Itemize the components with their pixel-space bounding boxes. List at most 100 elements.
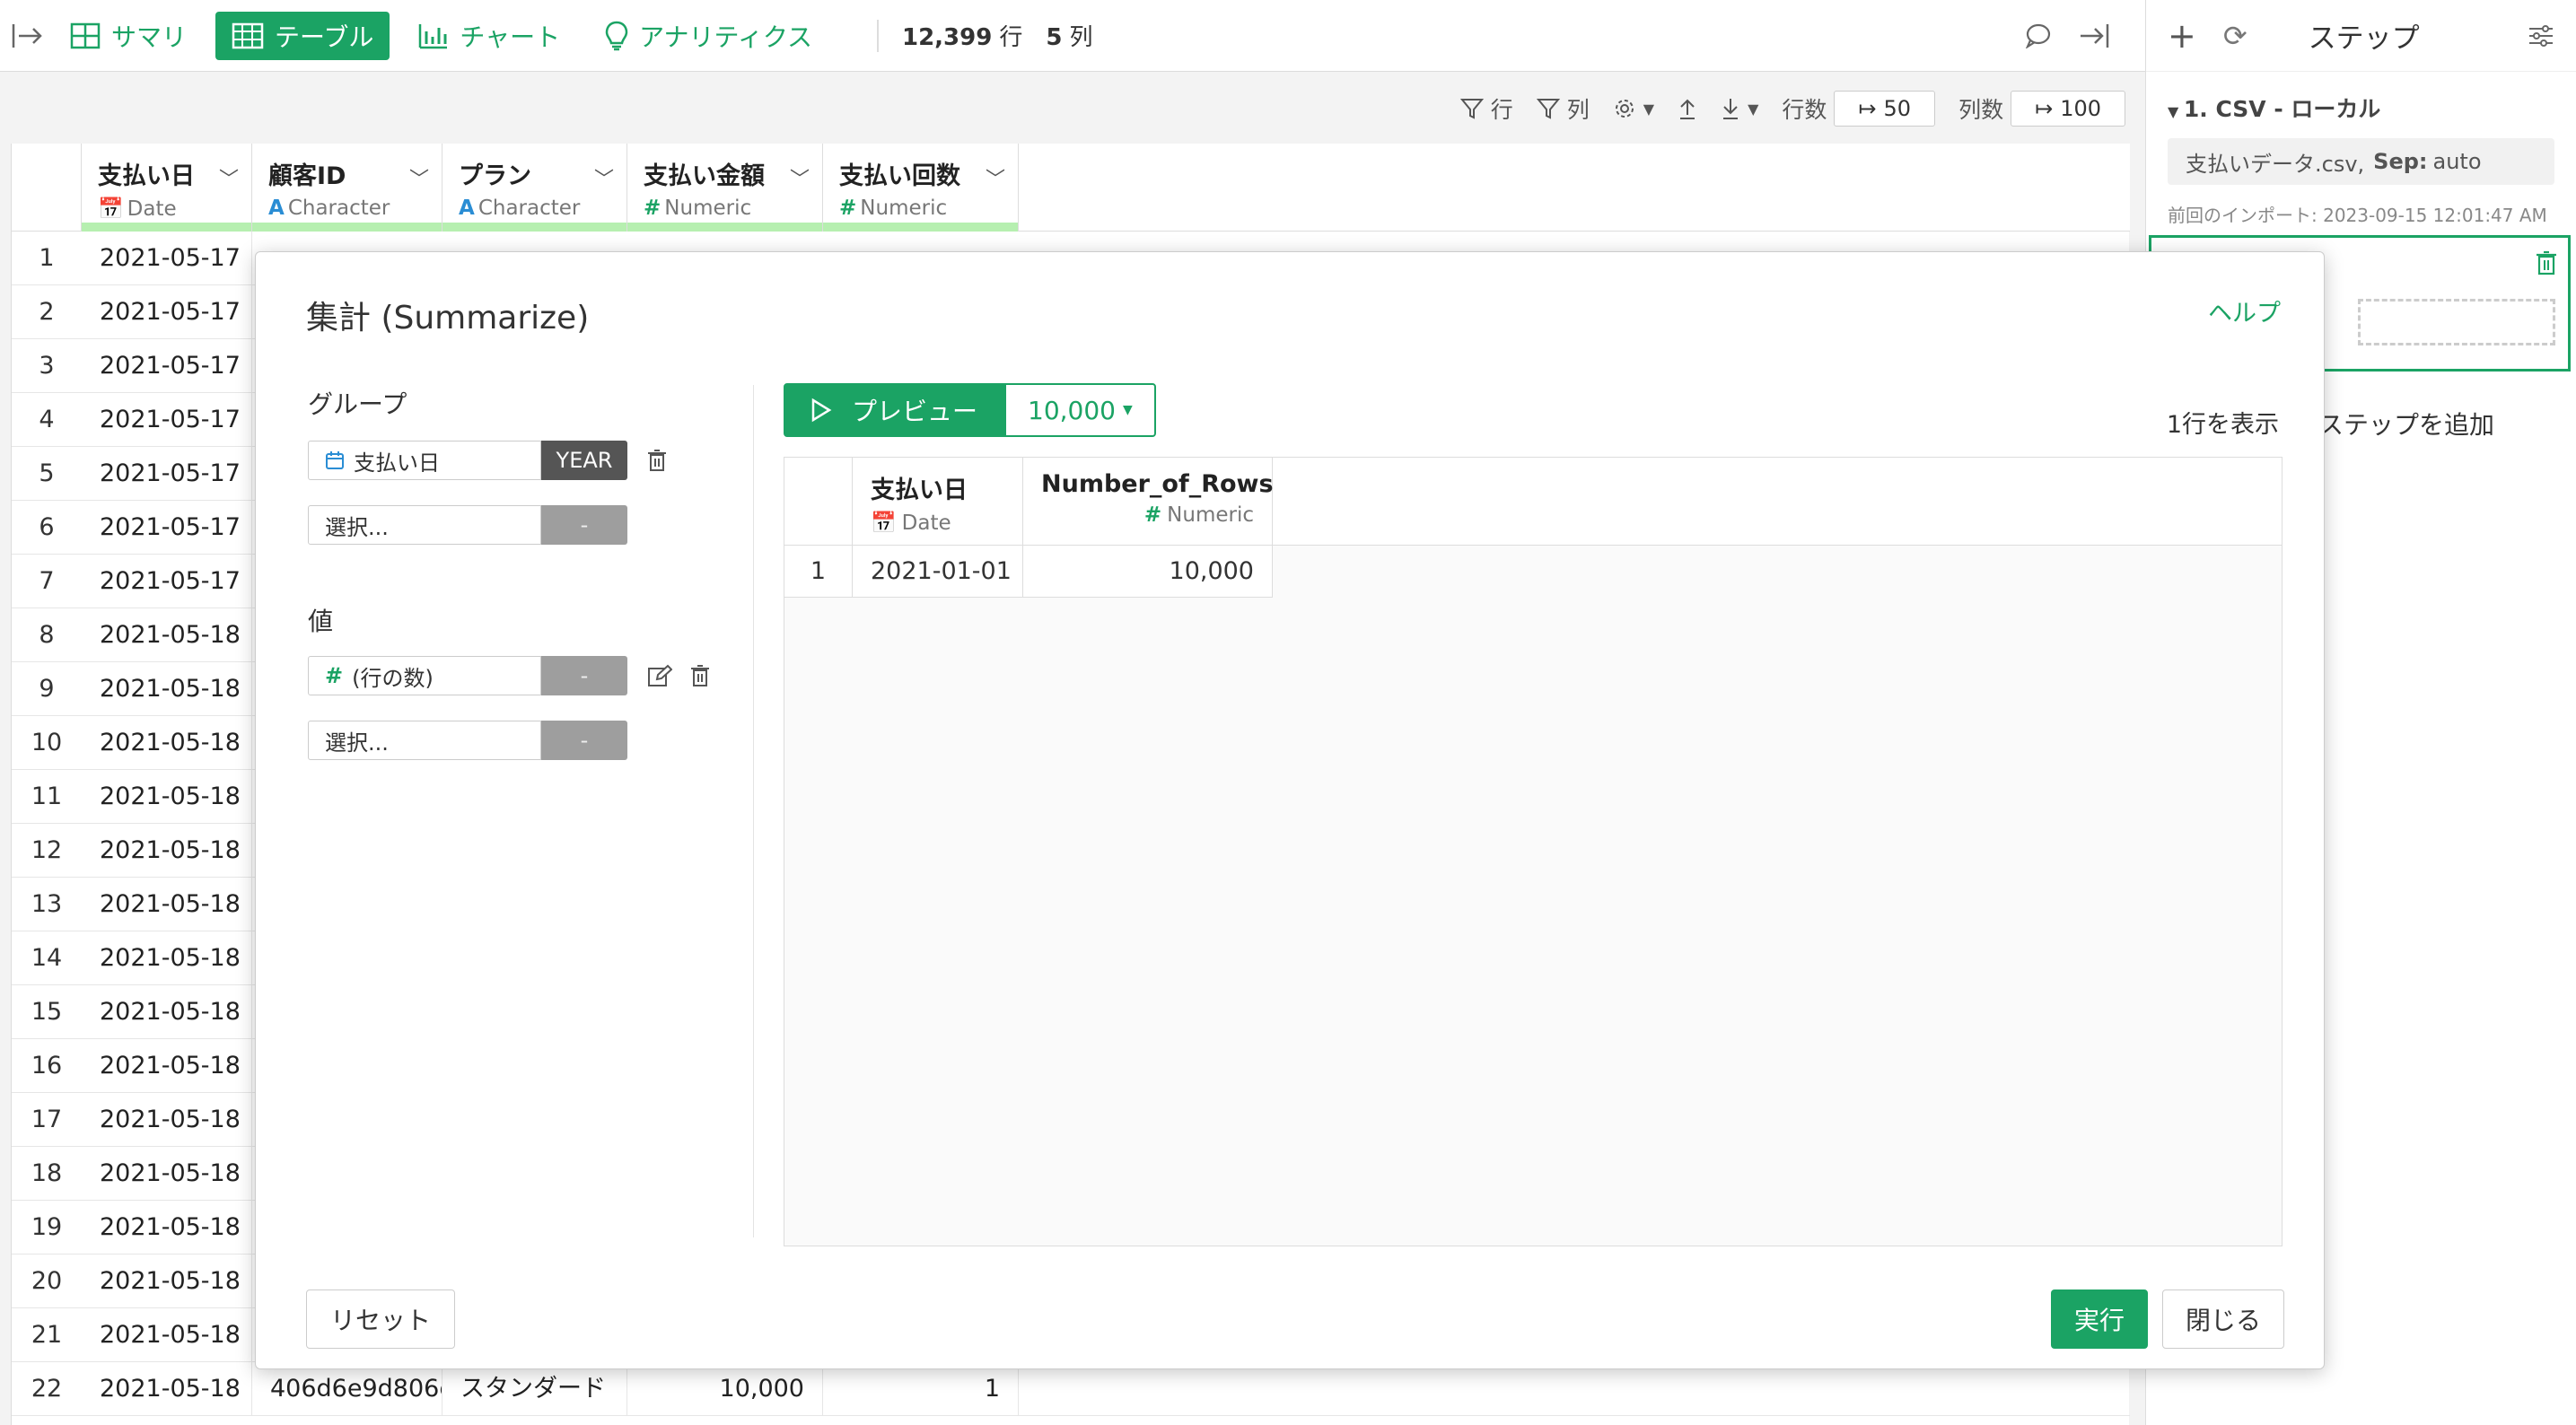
group-function-button[interactable]: YEAR [541, 441, 627, 480]
tab-summary[interactable]: サマリ [54, 12, 203, 60]
bar-chart-icon [419, 23, 448, 48]
caret-down-icon: ▼ [1123, 403, 1133, 417]
column-header[interactable]: 支払い日 📅 Date ﹀ [82, 144, 252, 232]
cell-date: 2021-05-18 [82, 661, 252, 716]
settings-dropdown[interactable]: ▼ [1613, 97, 1654, 120]
row-filter-button[interactable]: 行 [1459, 92, 1513, 125]
value-function-button[interactable]: - [541, 656, 627, 695]
chevron-down-icon[interactable]: ﹀ [986, 163, 1005, 192]
tab-chart[interactable]: チャート [402, 12, 576, 60]
panel-divider [753, 385, 754, 1237]
cell-date: 2021-05-17 [82, 446, 252, 501]
tab-table[interactable]: テーブル [215, 11, 390, 60]
add-step-link[interactable]: ステップを追加 [2318, 406, 2494, 441]
row-number: 22 [31, 1375, 63, 1403]
value-field-select[interactable]: # (行の数) [308, 656, 541, 695]
group-row-actions [647, 441, 667, 480]
step-1-title[interactable]: ▼ 1. CSV - ローカル [2168, 92, 2554, 124]
value-label: 値 [308, 607, 334, 636]
group-label: グループ [308, 389, 407, 419]
row-number: 19 [31, 1213, 63, 1241]
row-count: 12,399 行 [902, 24, 1023, 51]
character-type-icon: A [268, 197, 285, 220]
add-icon[interactable]: + [2168, 16, 2196, 56]
row-number: 11 [31, 782, 63, 810]
table-row[interactable]: 22 2021-05-18 406d6e9d806e487649bb1z スタン… [12, 1361, 2130, 1416]
preview-rows-dropdown[interactable]: 10,000 ▼ [1004, 383, 1156, 437]
group-select-empty[interactable]: 選択... [308, 505, 541, 545]
cell-date: 2021-05-18 [82, 608, 252, 662]
help-link[interactable]: ヘルプ [2208, 293, 2281, 328]
quality-bar [252, 223, 442, 232]
preview-button[interactable]: プレビュー [784, 383, 1005, 437]
column-type: # Numeric [644, 197, 752, 220]
col-count: 5列 [1046, 24, 1093, 51]
preview-row-info: 1行を表示 [2166, 411, 2279, 439]
cols-label: 列数 [1958, 97, 2004, 123]
table-options-bar: 行 列 ▼ ▼ 行数 ↦ 50 列数 ↦ 100 [0, 72, 2145, 145]
chevron-down-icon[interactable]: ﹀ [409, 163, 429, 192]
value-select-empty[interactable]: 選択... [308, 721, 541, 760]
row-number: 12 [31, 836, 63, 864]
preview-column-header: 支払い日 📅 Date [853, 458, 1023, 545]
cell-count: 1 [823, 1361, 1019, 1416]
download-dropdown[interactable]: ▼ [1721, 97, 1758, 120]
row-number: 10 [31, 729, 63, 756]
row-number: 14 [31, 944, 63, 972]
row-filter-label: 行 [1490, 97, 1513, 123]
chevron-down-icon[interactable]: ﹀ [790, 163, 810, 192]
cell-date: 2021-05-18 [82, 1092, 252, 1147]
cols-input[interactable]: ↦ 100 [2011, 91, 2125, 127]
cell-customer-id: 406d6e9d806e487649bb1z [252, 1361, 442, 1416]
character-type-icon: A [459, 197, 475, 220]
row-number-header [12, 144, 82, 232]
reset-button[interactable]: リセット [306, 1289, 456, 1349]
chevron-down-icon[interactable]: ﹀ [219, 163, 239, 192]
tab-table-label: テーブル [275, 22, 374, 52]
caret-down-icon: ▼ [2168, 103, 2184, 120]
trash-icon[interactable] [690, 664, 710, 687]
row-number: 8 [39, 621, 55, 649]
dialog-title: 集計 (Summarize) [306, 300, 590, 337]
row-number: 6 [39, 513, 55, 541]
trash-icon[interactable] [647, 449, 667, 472]
group-field-select[interactable]: 支払い日 [308, 441, 541, 480]
close-button[interactable]: 閉じる [2162, 1289, 2284, 1349]
top-toolbar: サマリ テーブル チャート アナリティクス 12,399 行 5列 [0, 0, 2145, 72]
row-number: 2 [39, 298, 55, 326]
edit-icon[interactable] [647, 664, 672, 687]
cell-plan: スタンダード [442, 1361, 627, 1416]
column-header[interactable]: プラン A Character ﹀ [442, 144, 627, 232]
row-number: 1 [39, 244, 55, 272]
table-grid-icon [70, 22, 101, 48]
tab-analytics[interactable]: アナリティクス [589, 12, 828, 60]
value-row-1: # (行の数) - [308, 656, 710, 695]
upload-button[interactable] [1678, 97, 1697, 120]
column-header[interactable]: 支払い回数 # Numeric ﹀ [823, 144, 1019, 232]
cell-date: 2021-05-18 [82, 1361, 252, 1416]
expand-panel-icon[interactable] [0, 0, 54, 72]
toolbar-right-icons [2025, 0, 2109, 72]
row-number: 15 [31, 998, 63, 1026]
collapse-panel-icon[interactable] [2079, 22, 2109, 49]
chevron-down-icon[interactable]: ﹀ [594, 163, 614, 192]
refresh-icon[interactable]: ⟳ [2223, 19, 2247, 53]
column-header[interactable]: 顧客ID A Character ﹀ [252, 144, 442, 232]
comment-icon[interactable] [2025, 23, 2052, 48]
step-1-source[interactable]: 支払いデータ.csv, Sep: auto [2168, 138, 2554, 185]
column-header[interactable]: 支払い金額 # Numeric ﹀ [627, 144, 823, 232]
column-type: A Character [268, 197, 390, 220]
quality-bar [823, 223, 1018, 232]
table-icon [232, 22, 264, 48]
row-number: 20 [31, 1267, 63, 1295]
trash-icon[interactable] [2536, 250, 2557, 279]
sliders-icon[interactable] [2528, 24, 2554, 48]
cell-date: 2021-05-17 [82, 554, 252, 608]
cell-date: 2021-05-18 [82, 715, 252, 770]
hash-icon: # [644, 197, 662, 220]
col-filter-button[interactable]: 列 [1536, 92, 1590, 125]
cell-date: 2021-05-17 [82, 500, 252, 555]
run-button[interactable]: 実行 [2051, 1289, 2148, 1349]
rows-input[interactable]: ↦ 50 [1834, 91, 1936, 127]
cell-date: 2021-05-18 [82, 769, 252, 824]
